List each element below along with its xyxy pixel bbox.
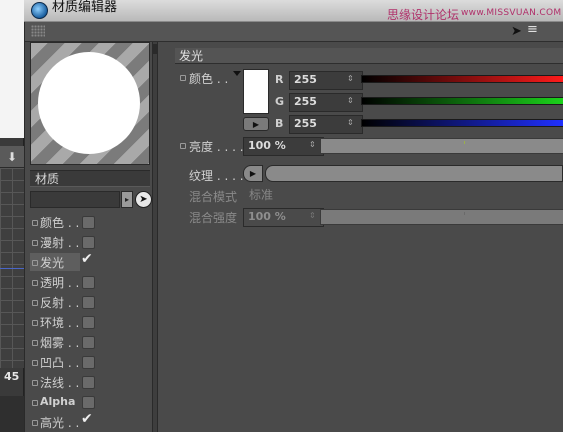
channel-checkbox[interactable] bbox=[82, 336, 95, 349]
spin-arrows-icon[interactable]: ⇕ bbox=[309, 140, 316, 149]
channel-label[interactable]: 法线 . . bbox=[40, 374, 79, 391]
channel-dot bbox=[32, 420, 38, 426]
channel-dot bbox=[32, 400, 38, 406]
triangle-right-icon[interactable]: ▶ bbox=[243, 165, 263, 182]
channel-dot bbox=[32, 340, 38, 346]
channel-dot bbox=[32, 260, 38, 266]
menu-icon[interactable]: ≡ bbox=[527, 22, 539, 37]
brightness-slider[interactable] bbox=[320, 138, 563, 154]
watermark-url: www.MISSVUAN.COM bbox=[461, 8, 562, 18]
brightness-label: 亮度 . . . . bbox=[189, 140, 244, 154]
red-slider[interactable] bbox=[361, 75, 563, 83]
blend-mode-label: 混合模式 bbox=[189, 190, 238, 204]
cinema4d-app-icon bbox=[31, 2, 48, 19]
channel-checkbox[interactable] bbox=[82, 236, 95, 249]
channel-label[interactable]: Alpha bbox=[40, 395, 75, 408]
background-viewport bbox=[0, 0, 24, 138]
channel-label[interactable]: 环境 . . bbox=[40, 314, 79, 331]
material-selector-dropdown[interactable] bbox=[30, 191, 120, 208]
mouse-pointer-icon[interactable]: ➤ bbox=[135, 191, 152, 208]
spin-arrows-icon[interactable]: ⇕ bbox=[347, 96, 354, 105]
preview-sphere bbox=[38, 52, 140, 154]
b-label: B bbox=[275, 117, 284, 130]
color-swatch[interactable] bbox=[243, 69, 269, 114]
blend-mode-select: 标准 bbox=[243, 187, 563, 203]
blend-strength-label: 混合强度 bbox=[189, 211, 238, 225]
channel-label[interactable]: 颜色 . . bbox=[40, 214, 79, 231]
background-bottom-bar bbox=[0, 396, 24, 432]
g-label: G bbox=[275, 95, 285, 108]
watermark-text: 思缘设计论坛 bbox=[387, 8, 460, 22]
splitter-handle[interactable] bbox=[153, 44, 158, 54]
material-name-field[interactable]: 材质 bbox=[30, 170, 150, 187]
blend-strength-slider bbox=[320, 209, 563, 225]
triangle-right-icon[interactable]: ▶ bbox=[243, 117, 269, 131]
texture-label: 纹理 . . . . bbox=[189, 169, 244, 183]
channel-label[interactable]: 高光 . . bbox=[40, 414, 79, 431]
channel-row[interactable]: 发光 ✔ bbox=[30, 251, 93, 271]
green-slider[interactable] bbox=[361, 97, 563, 105]
channel-row[interactable]: 高光 . . ✔ bbox=[30, 411, 150, 431]
channel-row[interactable]: 颜色 . . bbox=[30, 213, 150, 231]
spin-arrows-icon: ⇕ bbox=[309, 211, 316, 220]
blue-slider[interactable] bbox=[361, 119, 563, 127]
channel-label[interactable]: 发光 bbox=[40, 254, 64, 271]
channel-dot bbox=[32, 380, 38, 386]
channel-dot bbox=[32, 360, 38, 366]
background-graph-line bbox=[0, 268, 24, 269]
panel-splitter[interactable] bbox=[152, 42, 158, 432]
r-label: R bbox=[275, 73, 284, 86]
channel-row[interactable]: 反射 . . bbox=[30, 293, 150, 311]
param-dot bbox=[180, 143, 186, 149]
channel-checkbox[interactable] bbox=[82, 396, 95, 409]
checkmark-icon[interactable]: ✔ bbox=[81, 411, 93, 427]
spin-arrows-icon[interactable]: ⇕ bbox=[347, 118, 354, 127]
dropdown-arrow-icon[interactable]: ▸ bbox=[121, 191, 133, 208]
down-arrow-icon: ⬇ bbox=[6, 150, 18, 164]
channel-row[interactable]: 凹凸 . . bbox=[30, 353, 150, 371]
channel-checkbox[interactable] bbox=[82, 296, 95, 309]
channel-checkbox[interactable] bbox=[82, 356, 95, 369]
param-dot bbox=[180, 75, 186, 81]
channel-label[interactable]: 透明 . . bbox=[40, 274, 79, 291]
channel-label[interactable]: 漫射 . . bbox=[40, 234, 79, 251]
channel-row[interactable]: 漫射 . . bbox=[30, 233, 150, 251]
channel-dot bbox=[32, 300, 38, 306]
channel-row[interactable]: 烟雾 . . bbox=[30, 333, 150, 351]
window-title: 材质编辑器 bbox=[52, 0, 118, 15]
spin-arrows-icon[interactable]: ⇕ bbox=[347, 74, 354, 83]
channel-row[interactable]: Alpha bbox=[30, 393, 150, 411]
channel-row[interactable]: 法线 . . bbox=[30, 373, 150, 391]
texture-field[interactable] bbox=[265, 165, 563, 182]
toolbar-grip-icon[interactable] bbox=[31, 25, 45, 37]
toolbar bbox=[25, 22, 563, 42]
back-arrow-icon[interactable]: ➤ bbox=[511, 24, 522, 39]
background-toolbar: ⬇ bbox=[0, 146, 24, 168]
channel-dot bbox=[32, 320, 38, 326]
channel-checkbox[interactable] bbox=[82, 316, 95, 329]
channel-dot bbox=[32, 220, 38, 226]
section-title: 发光 bbox=[175, 48, 563, 64]
checkmark-icon[interactable]: ✔ bbox=[81, 251, 93, 267]
channel-checkbox[interactable] bbox=[82, 276, 95, 289]
channel-dot bbox=[32, 280, 38, 286]
channel-checkbox[interactable] bbox=[82, 376, 95, 389]
channel-label[interactable]: 烟雾 . . bbox=[40, 334, 79, 351]
channel-checkbox[interactable] bbox=[82, 216, 95, 229]
color-label: 颜色 . . bbox=[189, 72, 229, 86]
color-dropdown-triangle-icon[interactable] bbox=[233, 71, 241, 76]
channel-row[interactable]: 透明 . . bbox=[30, 273, 150, 291]
channel-row[interactable]: 环境 . . bbox=[30, 313, 150, 331]
channel-label[interactable]: 反射 . . bbox=[40, 294, 79, 311]
channel-dot bbox=[32, 240, 38, 246]
channel-label[interactable]: 凹凸 . . bbox=[40, 354, 79, 371]
background-frame-number: 45 bbox=[4, 370, 20, 383]
